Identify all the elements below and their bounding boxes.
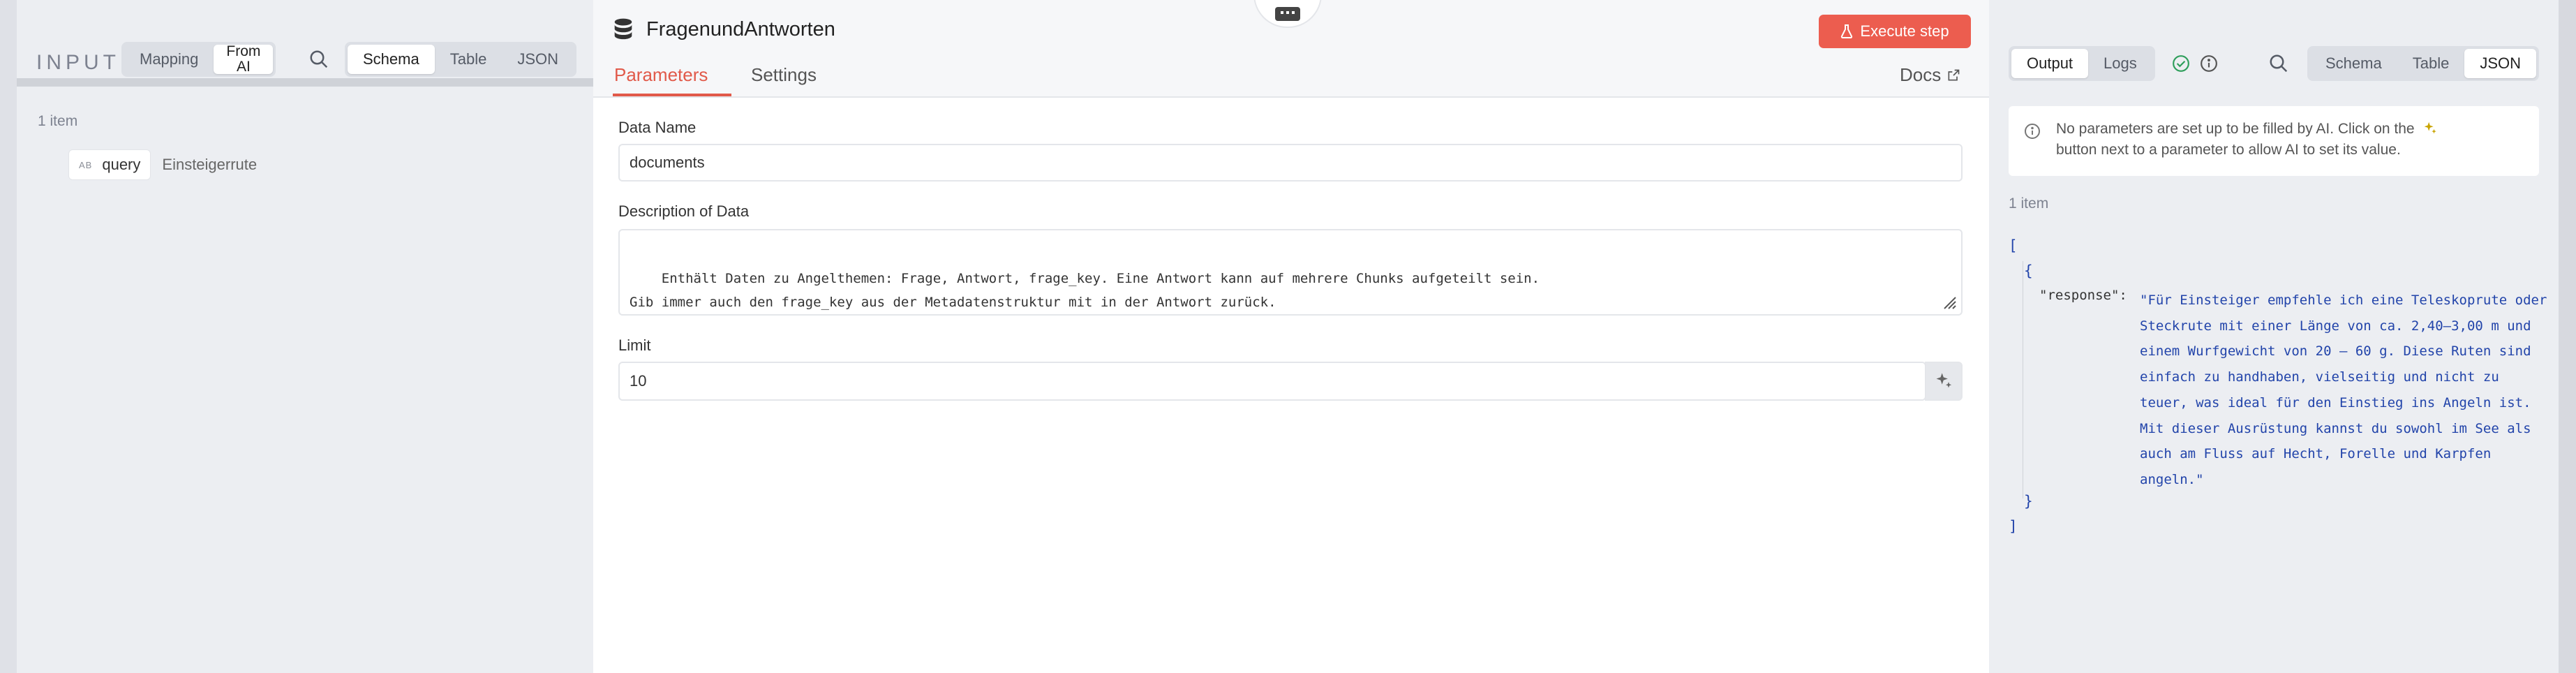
tab-json[interactable]: JSON bbox=[2464, 49, 2536, 78]
tab-schema[interactable]: Schema bbox=[348, 45, 435, 74]
resize-handle-icon[interactable] bbox=[1940, 293, 1957, 310]
robot-icon bbox=[1275, 7, 1300, 21]
tab-from-ai[interactable]: From AI bbox=[214, 43, 274, 75]
tab-parameters[interactable]: Parameters bbox=[614, 64, 708, 86]
description-textarea[interactable]: Enthält Daten zu Angelthemen: Frage, Ant… bbox=[618, 229, 1963, 316]
json-open-brace: { bbox=[2024, 262, 2033, 279]
schema-field-row: AB query Einsteigerrute bbox=[68, 149, 257, 180]
description-label: Description of Data bbox=[618, 202, 750, 220]
json-value-response: "Für Einsteiger empfehle ich eine Telesk… bbox=[2140, 293, 2547, 487]
execute-step-label: Execute step bbox=[1860, 22, 1949, 40]
run-status bbox=[2172, 54, 2218, 73]
external-link-icon bbox=[1948, 69, 1960, 80]
output-panel: Output Logs Schema Table JSON No paramet… bbox=[1989, 0, 2559, 673]
node-parameters-panel: FragenundAntworten Execute step Paramete… bbox=[593, 0, 1989, 673]
output-logs-toggle: Output Logs bbox=[2009, 46, 2155, 81]
tab-output[interactable]: Output bbox=[2011, 49, 2089, 78]
tab-logs[interactable]: Logs bbox=[2088, 49, 2152, 78]
json-close-bracket: ] bbox=[2009, 518, 2018, 535]
active-tab-indicator bbox=[613, 94, 731, 96]
node-badge bbox=[1253, 0, 1322, 28]
tab-table[interactable]: Table bbox=[435, 45, 502, 74]
database-icon bbox=[614, 18, 632, 40]
canvas-edge bbox=[2559, 0, 2576, 673]
description-text: Enthält Daten zu Angelthemen: Frage, Ant… bbox=[630, 271, 1540, 310]
sparkle-icon bbox=[1936, 373, 1952, 388]
tab-json[interactable]: JSON bbox=[502, 45, 574, 74]
string-type-icon: AB bbox=[79, 159, 93, 170]
search-icon[interactable] bbox=[308, 49, 329, 70]
input-view-toggle: Schema Table JSON bbox=[345, 42, 576, 77]
data-name-label: Data Name bbox=[618, 119, 697, 136]
docs-link[interactable]: Docs bbox=[1900, 64, 1960, 86]
input-panel: INPUT Mapping From AI Schema Table JSON … bbox=[17, 0, 596, 673]
limit-input[interactable]: 10 bbox=[618, 362, 1926, 401]
success-check-icon bbox=[2173, 55, 2189, 72]
limit-label: Limit bbox=[618, 336, 651, 354]
sparkle-icon bbox=[2425, 121, 2437, 134]
flask-icon bbox=[1841, 24, 1853, 38]
execute-step-button[interactable]: Execute step bbox=[1819, 15, 1971, 48]
schema-field-pill[interactable]: AB query bbox=[68, 149, 151, 180]
info-icon bbox=[2025, 124, 2040, 139]
ai-notice-text: No parameters are set up to be filled by… bbox=[2056, 119, 2438, 161]
output-item-count: 1 item bbox=[2009, 195, 2049, 212]
input-item-count: 1 item bbox=[38, 113, 78, 129]
tab-table[interactable]: Table bbox=[2397, 49, 2465, 78]
docs-label: Docs bbox=[1900, 64, 1942, 85]
input-divider bbox=[17, 78, 596, 87]
ai-notice-line1: No parameters are set up to be filled by… bbox=[2056, 121, 2415, 137]
tab-schema[interactable]: Schema bbox=[2310, 49, 2397, 78]
field-name: query bbox=[102, 156, 141, 173]
input-title: INPUT bbox=[36, 51, 120, 74]
fill-with-ai-button[interactable] bbox=[1925, 362, 1963, 401]
ai-notice-line2: button next to a parameter to allow AI t… bbox=[2056, 142, 2401, 158]
ai-notice: No parameters are set up to be filled by… bbox=[2009, 106, 2539, 176]
tab-settings[interactable]: Settings bbox=[751, 64, 817, 86]
json-open-bracket: [ bbox=[2009, 237, 2018, 254]
tab-mapping[interactable]: Mapping bbox=[124, 45, 214, 74]
node-title: FragenundAntworten bbox=[646, 18, 835, 40]
data-name-input[interactable]: documents bbox=[618, 144, 1963, 182]
info-icon[interactable] bbox=[2200, 54, 2218, 73]
node-header: FragenundAntworten Execute step Paramete… bbox=[593, 0, 1989, 98]
field-value: Einsteigerrute bbox=[162, 156, 258, 173]
json-close-brace: } bbox=[2024, 493, 2033, 510]
search-icon[interactable] bbox=[2268, 53, 2289, 74]
json-key-response: "response": bbox=[2039, 288, 2127, 303]
input-mode-toggle: Mapping From AI bbox=[121, 42, 276, 77]
output-view-toggle: Schema Table JSON bbox=[2307, 46, 2539, 81]
tab-from-ai-line1: From bbox=[226, 43, 261, 59]
tab-from-ai-line2: AI bbox=[236, 59, 251, 75]
